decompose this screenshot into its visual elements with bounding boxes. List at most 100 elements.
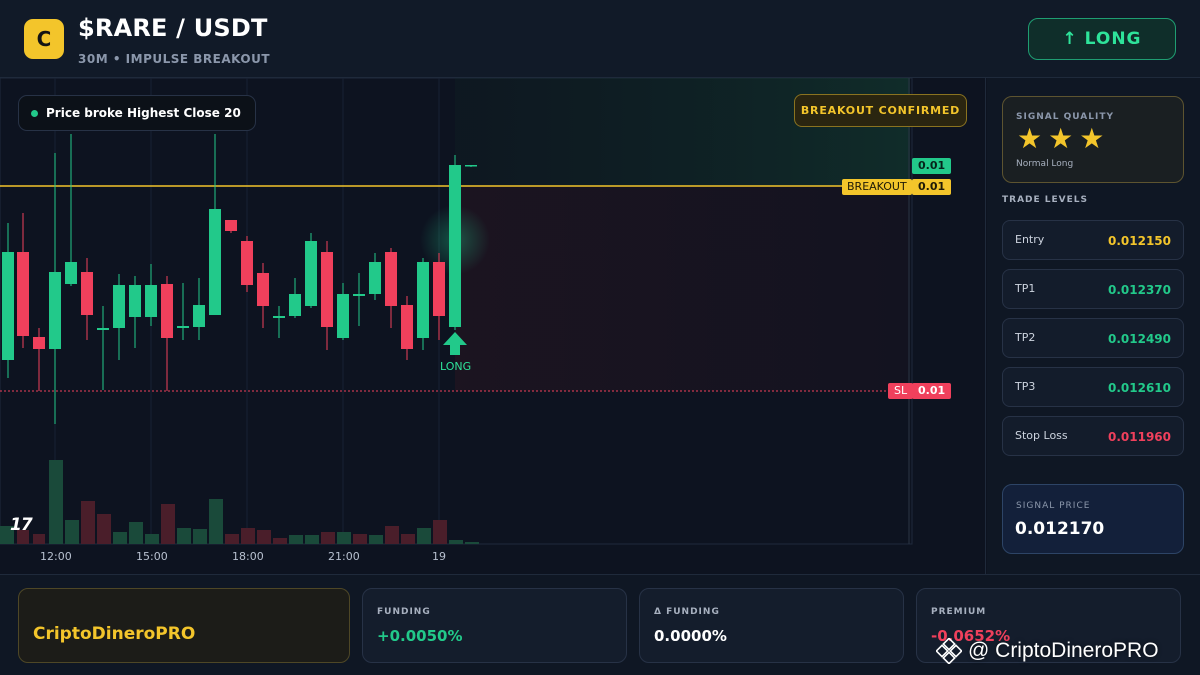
quality-stars: ★ ★ ★	[1017, 125, 1104, 153]
volume-bar	[209, 499, 223, 544]
candle	[33, 328, 45, 391]
price-tag-stop: 0.01	[912, 383, 952, 399]
brand-name: CriptoDineroPRO	[33, 624, 196, 644]
candle	[257, 263, 269, 328]
volume-bar	[193, 529, 207, 544]
volume-bar	[401, 534, 415, 544]
candle	[49, 153, 61, 424]
volume-bar	[177, 528, 191, 544]
volume-bar	[97, 514, 111, 544]
candle	[129, 276, 141, 348]
signal-price-value: 0.012170	[1015, 519, 1105, 539]
volume-bar	[49, 460, 63, 544]
volume-bar	[465, 542, 479, 544]
level-name: Entry	[1015, 233, 1045, 246]
price-tag-current: 0.01	[912, 158, 952, 174]
trade-levels-title: TRADE LEVELS	[1002, 195, 1088, 205]
pair-subtitle: 30M • IMPULSE BREAKOUT	[78, 52, 271, 66]
candle	[17, 213, 29, 348]
candle	[177, 283, 189, 340]
level-value: 0.012150	[1107, 234, 1171, 248]
candle	[225, 220, 237, 233]
signal-quality-card: SIGNAL QUALITY ★ ★ ★ Normal Long	[1002, 96, 1184, 183]
level-name: Stop Loss	[1015, 429, 1068, 442]
volume-bar	[65, 520, 79, 544]
breakout-note: Price broke Highest Close 20	[18, 95, 256, 131]
candle	[161, 276, 173, 391]
volume-bar	[385, 526, 399, 544]
volume-bar	[321, 532, 335, 544]
candle	[65, 134, 77, 286]
long-marker-label: LONG	[440, 360, 472, 373]
delta-funding-value: 0.0000%	[654, 627, 727, 645]
candle	[433, 253, 445, 340]
price-tag-breakout: 0.01	[912, 179, 952, 195]
volume-bar	[369, 535, 383, 544]
volume-bar	[449, 540, 463, 544]
candle	[241, 236, 253, 292]
star-icon: ★	[1017, 122, 1043, 155]
star-icon: ★	[1079, 122, 1105, 155]
signal-quality-caption: SIGNAL QUALITY	[1016, 112, 1114, 122]
volume-bar	[225, 534, 239, 544]
volume-bar	[257, 530, 271, 544]
status-dot-icon	[31, 109, 38, 117]
level-value: 0.012490	[1107, 332, 1171, 346]
volume-bar	[81, 501, 95, 544]
level-name: TP3	[1015, 380, 1036, 393]
volume-bar	[417, 528, 431, 544]
candle	[113, 274, 125, 360]
volume-bar	[433, 520, 447, 544]
level-row-stop-loss: Stop Loss 0.011960	[1002, 416, 1184, 456]
candle	[209, 134, 221, 315]
volume-bar	[145, 534, 159, 544]
watermark: @ CriptoDineroPRO	[936, 637, 1159, 665]
level-row-tp3: TP3 0.012610	[1002, 367, 1184, 407]
price-chart[interactable]: Price broke Highest Close 20 BREAKOUT CO…	[0, 78, 986, 574]
time-axis-label: 15:00	[136, 550, 168, 563]
volume-bar	[353, 534, 367, 544]
volume-bar	[305, 535, 319, 544]
candle	[449, 155, 461, 330]
candle	[289, 278, 301, 318]
stop-loss-zone	[455, 186, 910, 391]
level-value: 0.012610	[1107, 381, 1171, 395]
delta-funding-card: Δ FUNDING 0.0000%	[639, 588, 904, 663]
candle	[353, 273, 365, 326]
coin-logo: C	[24, 19, 64, 59]
time-axis-label: 12:00	[40, 550, 72, 563]
volume-bars	[0, 460, 479, 544]
long-button[interactable]: ↑ LONG	[1028, 18, 1176, 60]
candle	[97, 306, 109, 390]
signal-quality-text: Normal Long	[1016, 159, 1074, 169]
level-name: TP2	[1015, 331, 1036, 344]
level-row-tp2: TP2 0.012490	[1002, 318, 1184, 358]
breakout-note-text: Price broke Highest Close 20	[46, 106, 241, 120]
funding-value: +0.0050%	[377, 627, 463, 645]
candle	[193, 278, 205, 340]
volume-bar	[129, 522, 143, 544]
candle	[2, 223, 14, 378]
candle	[385, 248, 397, 328]
delta-funding-caption: Δ FUNDING	[654, 607, 720, 617]
watermark-text: @ CriptoDineroPRO	[968, 639, 1159, 662]
header: C $RARE / USDT 30M • IMPULSE BREAKOUT ↑ …	[0, 0, 1200, 78]
grid-lines	[54, 78, 440, 544]
volume-bar	[113, 532, 127, 544]
candle	[401, 296, 413, 360]
pair-title: $RARE / USDT	[78, 14, 268, 42]
funding-card: FUNDING +0.0050%	[362, 588, 627, 663]
candle	[369, 253, 381, 300]
candlestick-chart	[0, 78, 913, 545]
level-row-tp1: TP1 0.012370	[1002, 269, 1184, 309]
volume-bar	[33, 534, 45, 544]
level-name: TP1	[1015, 282, 1036, 295]
breakout-label: BREAKOUT	[842, 179, 912, 195]
volume-bar	[241, 528, 255, 544]
volume-bar	[337, 532, 351, 544]
brand-card: CriptoDineroPRO	[18, 588, 350, 663]
star-icon: ★	[1048, 122, 1074, 155]
candle	[337, 283, 349, 340]
candles	[2, 134, 477, 424]
signal-price-caption: SIGNAL PRICE	[1016, 501, 1091, 511]
